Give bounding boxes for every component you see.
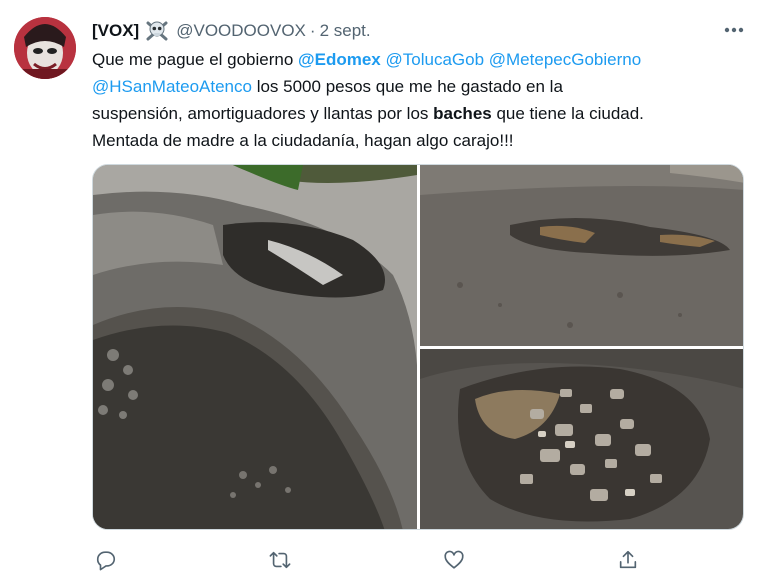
tweet-date[interactable]: 2 sept.	[320, 21, 371, 41]
reply-icon[interactable]	[92, 546, 120, 574]
mention-link[interactable]: @MetepecGobierno	[489, 50, 641, 69]
mention-link[interactable]: @HSanMateoAtenco	[92, 77, 252, 96]
mention-link[interactable]: @TolucaGob	[386, 50, 485, 69]
text-segment: que tiene la ciudad.	[491, 104, 644, 123]
handle[interactable]: @VOODOOVOX	[176, 21, 306, 41]
tweet-text: Que me pague el gobierno @Edomex @Toluca…	[92, 46, 752, 154]
tweet-text-line-1: Que me pague el gobierno @Edomex @Toluca…	[92, 46, 752, 73]
tweet-text-line-2: @HSanMateoAtenco los 5000 pesos que me h…	[92, 73, 752, 100]
text-segment: Mentada de madre a la ciudadanía, hagan …	[92, 131, 514, 150]
retweet-icon[interactable]	[266, 546, 294, 574]
separator-dot: ·	[309, 21, 316, 40]
text-segment: suspensión, amortiguadores y llantas por…	[92, 104, 434, 123]
pothole-photo-1[interactable]	[93, 165, 417, 529]
pothole-photo-2[interactable]	[420, 165, 743, 346]
like-icon[interactable]	[440, 546, 468, 574]
text-segment: los 5000 pesos que me he gastado en la	[251, 77, 563, 96]
pothole-photo-3[interactable]	[420, 349, 743, 529]
text-segment: Que me pague el gobierno	[92, 50, 299, 69]
mention-link[interactable]: @Edomex	[298, 50, 381, 69]
tweet-actions	[92, 546, 652, 574]
hashtag-word: baches	[433, 104, 492, 123]
media-grid	[92, 164, 744, 530]
share-icon[interactable]	[614, 546, 642, 574]
tweet-header: [VOX] @VOODOOVOX · 2 sept.	[92, 19, 371, 43]
more-dots-icon[interactable]	[720, 18, 748, 42]
display-name[interactable]: [VOX]	[92, 21, 139, 41]
tweet-text-line-4: Mentada de madre a la ciudadanía, hagan …	[92, 127, 752, 154]
skull-crossbones-icon	[145, 20, 169, 42]
tweet-text-line-3: suspensión, amortiguadores y llantas por…	[92, 100, 752, 127]
avatar[interactable]	[14, 17, 76, 79]
